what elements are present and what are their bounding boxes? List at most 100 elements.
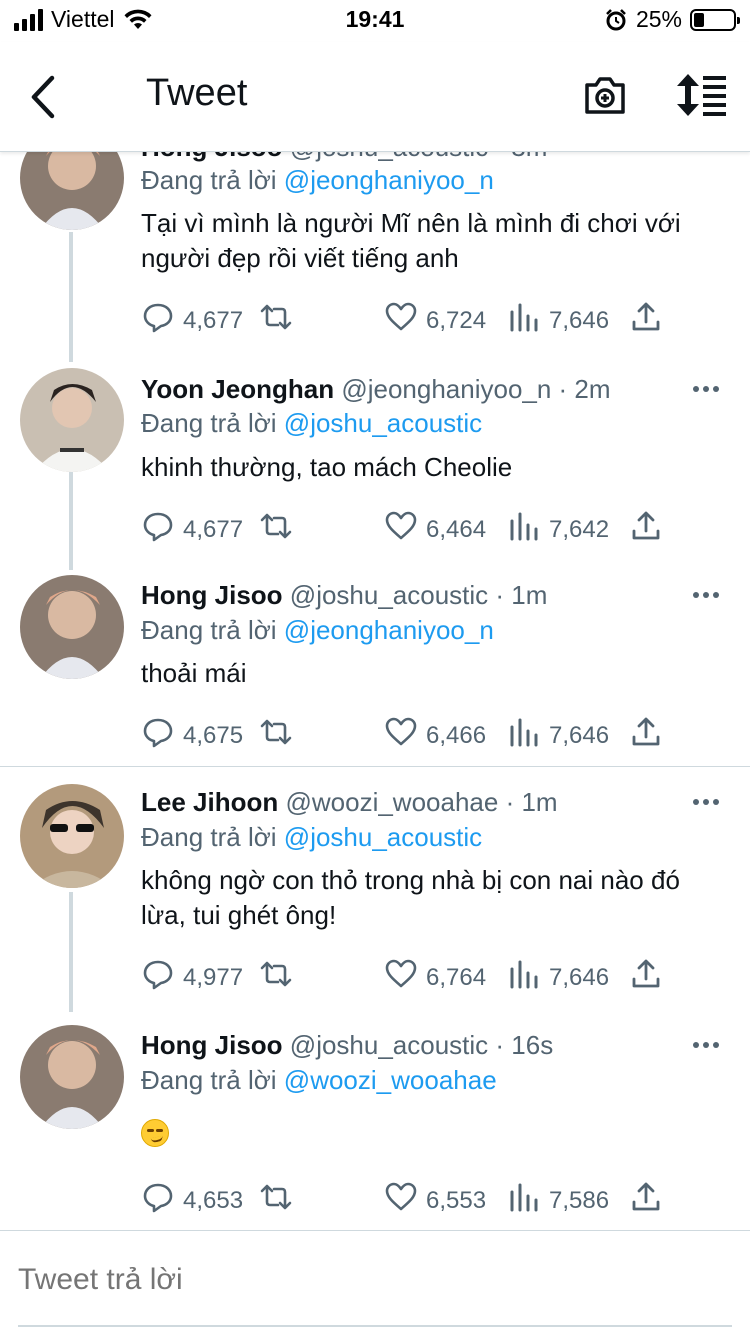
like-icon <box>384 957 418 998</box>
retweet-icon <box>259 957 293 998</box>
share-button[interactable] <box>629 300 663 341</box>
like-button[interactable]: 6,466 <box>384 715 486 756</box>
reply-button[interactable]: 4,653 <box>141 1180 243 1221</box>
views-count: 7,586 <box>549 1186 610 1214</box>
reply-button[interactable]: 4,677 <box>141 509 243 550</box>
more-options-icon[interactable] <box>693 384 725 394</box>
share-icon <box>629 715 663 756</box>
tweet-item[interactable]: Lee Jihoon @woozi_wooahae · 1m Đang trả … <box>0 767 750 1012</box>
page-title: Tweet <box>146 72 248 114</box>
views-count: 7,646 <box>549 306 610 334</box>
mention-link[interactable]: @jeonghaniyoo_n <box>284 615 494 645</box>
retweet-button[interactable] <box>259 715 293 756</box>
reply-count: 4,653 <box>183 1186 244 1214</box>
navigation-header: Tweet <box>0 42 750 152</box>
views-icon <box>507 957 541 998</box>
display-name[interactable]: Hong Jisoo <box>141 580 283 610</box>
reply-input[interactable] <box>18 1263 718 1297</box>
views-button[interactable]: 7,642 <box>507 509 609 550</box>
handle-and-time: @jeonghaniyoo_n · 2m <box>341 374 611 404</box>
tweet-actions: 4,653 6,553 7,586 <box>141 1180 741 1220</box>
replying-to-label: Đang trả lời <box>141 822 277 852</box>
more-options-icon[interactable] <box>693 797 725 807</box>
reply-button[interactable]: 4,977 <box>141 957 243 998</box>
like-icon <box>384 300 418 341</box>
tweet-header: Yoon Jeonghan @jeonghaniyoo_n · 2m <box>141 374 611 405</box>
camera-add-icon[interactable] <box>582 72 628 118</box>
share-button[interactable] <box>629 715 663 756</box>
replying-to: Đang trả lời @joshu_acoustic <box>141 822 482 853</box>
views-icon <box>507 1180 541 1221</box>
avatar[interactable] <box>20 784 124 888</box>
views-button[interactable]: 7,586 <box>507 1180 609 1221</box>
views-count: 7,646 <box>549 963 610 991</box>
views-button[interactable]: 7,646 <box>507 715 609 756</box>
retweet-icon <box>259 509 293 550</box>
tweet-text: không ngờ con thỏ trong nhà bị con nai n… <box>141 865 680 930</box>
tweet-item[interactable]: Hong Jisoo @joshu_acoustic · 3m Đang trả… <box>0 152 750 362</box>
retweet-icon <box>259 1180 293 1221</box>
like-button[interactable]: 6,464 <box>384 509 486 550</box>
sort-icon[interactable] <box>676 72 728 118</box>
replying-to: Đang trả lời @woozi_wooahae <box>141 1065 497 1096</box>
avatar[interactable] <box>20 575 124 679</box>
tweet-header: Hong Jisoo @joshu_acoustic · 3m <box>141 152 547 163</box>
display-name[interactable]: Hong Jisoo <box>141 1030 283 1060</box>
share-button[interactable] <box>629 509 663 550</box>
avatar[interactable] <box>20 152 124 230</box>
back-chevron-icon[interactable] <box>22 72 66 122</box>
smirk-emoji <box>141 1119 169 1147</box>
handle-and-time: @joshu_acoustic · 1m <box>289 580 548 610</box>
display-name[interactable]: Hong Jisoo <box>141 152 283 162</box>
reply-icon <box>141 715 175 756</box>
reply-count: 4,677 <box>183 515 244 543</box>
retweet-button[interactable] <box>259 1180 293 1221</box>
views-button[interactable]: 7,646 <box>507 957 609 998</box>
views-icon <box>507 715 541 756</box>
tweet-text: thoải mái <box>141 658 247 688</box>
retweet-button[interactable] <box>259 957 293 998</box>
reply-count: 4,677 <box>183 306 244 334</box>
retweet-icon <box>259 300 293 341</box>
reply-button[interactable]: 4,675 <box>141 715 243 756</box>
replying-to-label: Đang trả lời <box>141 1065 277 1095</box>
mention-link[interactable]: @jeonghaniyoo_n <box>284 165 494 195</box>
views-button[interactable]: 7,646 <box>507 300 609 341</box>
replying-to: Đang trả lời @jeonghaniyoo_n <box>141 615 494 646</box>
more-options-icon[interactable] <box>693 590 725 600</box>
replying-to: Đang trả lời @joshu_acoustic <box>141 408 482 439</box>
avatar[interactable] <box>20 368 124 472</box>
share-button[interactable] <box>629 957 663 998</box>
mention-link[interactable]: @joshu_acoustic <box>284 408 482 438</box>
more-options-icon[interactable] <box>693 1040 725 1050</box>
display-name[interactable]: Lee Jihoon <box>141 787 278 817</box>
like-icon <box>384 715 418 756</box>
tweet-item[interactable]: Hong Jisoo @joshu_acoustic · 16s Đang tr… <box>0 1012 750 1230</box>
replying-to-label: Đang trả lời <box>141 408 277 438</box>
display-name[interactable]: Yoon Jeonghan <box>141 374 334 404</box>
like-button[interactable]: 6,553 <box>384 1180 486 1221</box>
tweet-thread: Hong Jisoo @joshu_acoustic · 3m Đang trả… <box>0 152 750 1230</box>
retweet-button[interactable] <box>259 509 293 550</box>
tweet-header: Hong Jisoo @joshu_acoustic · 1m <box>141 580 547 611</box>
tweet-item[interactable]: Hong Jisoo @joshu_acoustic · 1m Đang trả… <box>0 572 750 767</box>
reply-icon <box>141 300 175 341</box>
like-icon <box>384 1180 418 1221</box>
replying-to-label: Đang trả lời <box>141 615 277 645</box>
share-button[interactable] <box>629 1180 663 1221</box>
reply-button[interactable]: 4,677 <box>141 300 243 341</box>
like-button[interactable]: 6,724 <box>384 300 486 341</box>
like-count: 6,764 <box>426 963 487 991</box>
handle-and-time: @woozi_wooahae · 1m <box>285 787 558 817</box>
like-button[interactable]: 6,764 <box>384 957 486 998</box>
mention-link[interactable]: @woozi_wooahae <box>284 1065 497 1095</box>
reply-icon <box>141 957 175 998</box>
avatar[interactable] <box>20 1025 124 1129</box>
share-icon <box>629 957 663 998</box>
views-count: 7,646 <box>549 721 610 749</box>
mention-link[interactable]: @joshu_acoustic <box>284 822 482 852</box>
share-icon <box>629 509 663 550</box>
tweet-item[interactable]: Yoon Jeonghan @jeonghaniyoo_n · 2m Đang … <box>0 362 750 572</box>
retweet-button[interactable] <box>259 300 293 341</box>
share-icon <box>629 300 663 341</box>
